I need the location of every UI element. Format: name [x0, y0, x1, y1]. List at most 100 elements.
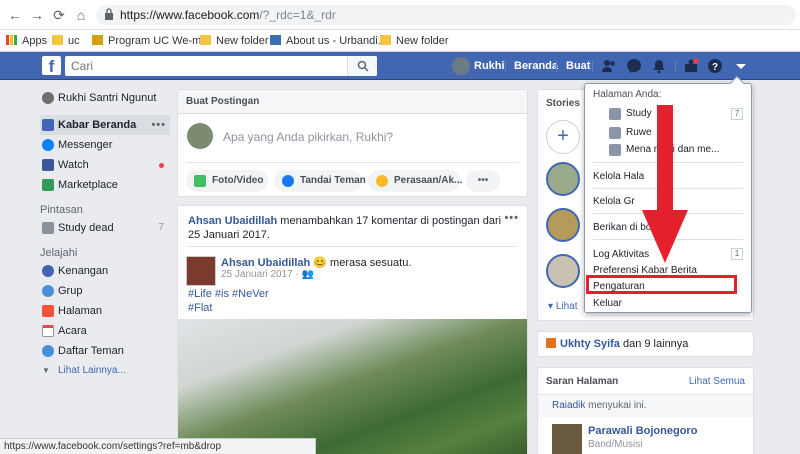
page-thumbnail-icon	[609, 144, 621, 156]
tag-friends-button[interactable]: Tandai Teman	[274, 170, 366, 192]
shield-page-icon	[270, 35, 281, 45]
messenger-icon[interactable]	[626, 58, 642, 74]
news-feed-icon	[42, 119, 54, 131]
bookmark-folder[interactable]: New folder	[200, 33, 269, 49]
liker-link[interactable]: Raiadik	[552, 400, 585, 411]
nav-buat-link[interactable]: Buat	[566, 57, 590, 75]
sidebar-item-acara[interactable]: Acara	[40, 321, 170, 341]
chevron-down-icon[interactable]	[733, 58, 749, 74]
suggested-pages-panel: Saran Halaman Lihat Semua Raiadik menyuk…	[537, 367, 754, 454]
sidebar-see-more-link[interactable]: ▼ Lihat Lainnya...	[40, 361, 170, 381]
svg-text:?: ?	[712, 62, 718, 73]
post-timestamp[interactable]: 25 Januari 2017 · 👥	[221, 269, 314, 280]
divider	[505, 60, 506, 72]
divider	[675, 60, 676, 72]
bookmark-page[interactable]: About us - Urbandi...	[270, 33, 387, 49]
post-photo[interactable]	[178, 319, 527, 454]
story-thumbnail[interactable]	[546, 208, 580, 242]
stories-title: Stories	[546, 98, 580, 109]
address-bar[interactable]: https://www.facebook.com/?_rdc=1&_rdr	[96, 5, 796, 25]
page-thumbnail-icon	[609, 127, 621, 139]
composer-input[interactable]: Apa yang Anda pikirkan, Rukhi?	[223, 130, 393, 144]
actor-link[interactable]: Ahsan Ubaidillah	[188, 215, 277, 227]
sidebar-item-kenangan[interactable]: Kenangan	[40, 261, 170, 281]
photo-icon	[194, 175, 206, 187]
divider	[188, 246, 517, 247]
sidebar-profile[interactable]: Rukhi Santri Ngunut	[40, 88, 170, 108]
search-box	[65, 56, 377, 76]
facebook-header: f Rukhi Beranda Buat ?	[0, 52, 800, 80]
menu-item-keluar[interactable]: Keluar	[593, 298, 622, 309]
friend-requests-icon[interactable]	[601, 58, 617, 74]
bookmarks-bar: Apps uc Program UC We-m... New folder Ab…	[0, 30, 800, 52]
group-avatar-icon	[42, 222, 54, 234]
sidebar-item-halaman[interactable]: Halaman	[40, 301, 170, 321]
bookmark-page[interactable]: Program UC We-m...	[92, 33, 210, 49]
story-thumbnail[interactable]	[546, 254, 580, 288]
messenger-icon	[42, 139, 54, 151]
sidebar-item-marketplace[interactable]: Marketplace	[40, 175, 170, 195]
home-icon[interactable]: ⌂	[72, 6, 90, 24]
suggested-page-name[interactable]: Parawali Bojonegoro	[588, 425, 697, 437]
folder-icon	[52, 35, 63, 45]
hashtag-line[interactable]: #Life #is #NeVer	[188, 288, 269, 300]
help-question-icon[interactable]: ?	[707, 58, 723, 74]
search-button[interactable]	[347, 56, 377, 76]
notification-dot	[159, 163, 164, 168]
see-all-link[interactable]: Lihat Semua	[689, 376, 745, 387]
memories-clock-icon	[42, 265, 54, 277]
lock-icon	[105, 8, 113, 20]
search-input[interactable]	[71, 59, 331, 73]
page-thumbnail-icon	[609, 108, 621, 120]
sidebar-item-study-dead[interactable]: Study dead 7	[40, 218, 170, 238]
photo-video-button[interactable]: Foto/Video	[186, 170, 268, 192]
post-composer: Buat Postingan Apa yang Anda pikirkan, R…	[177, 89, 528, 197]
section-title-jelajahi: Jelajahi	[40, 247, 78, 259]
tag-friend-icon	[282, 175, 294, 187]
count-badge: 7	[158, 222, 164, 233]
feeling-activity-button[interactable]: Perasaan/Ak...	[368, 170, 462, 192]
forward-icon[interactable]: →	[28, 6, 46, 24]
birthday-text[interactable]: Ukhty Syifa dan 9 lainnya	[546, 338, 688, 350]
suggested-pages-title: Saran Halaman	[546, 376, 619, 387]
reload-icon[interactable]: ⟳	[50, 6, 68, 24]
sidebar-item-messenger[interactable]: Messenger	[40, 135, 170, 155]
quick-help-icon[interactable]	[683, 58, 699, 74]
divider	[592, 60, 593, 72]
left-sidebar: Rukhi Santri Ngunut Kabar Beranda ••• Mes…	[40, 88, 170, 381]
count-badge: 7	[731, 108, 743, 120]
page-avatar[interactable]	[552, 424, 582, 454]
avatar[interactable]	[186, 256, 216, 286]
sidebar-item-grup[interactable]: Grup	[40, 281, 170, 301]
bookmark-folder[interactable]: uc	[52, 33, 80, 49]
sidebar-item-watch[interactable]: Watch	[40, 155, 170, 175]
nav-profile-link[interactable]: Rukhi	[452, 57, 505, 76]
back-icon[interactable]: ←	[6, 6, 24, 24]
bookmark-apps[interactable]: Apps	[6, 33, 47, 49]
feed-post: Ahsan Ubaidillah menambahkan 17 komentar…	[177, 205, 528, 454]
stories-see-more-link[interactable]: ▾ Lihat	[548, 301, 578, 312]
liked-by-text: Raiadik menyukai ini.	[538, 395, 753, 417]
section-title-pintasan: Pintasan	[40, 204, 83, 216]
more-options-button[interactable]: •••	[466, 170, 500, 192]
suggested-page-category: Band/Musisi	[588, 439, 643, 450]
facebook-logo[interactable]: f	[42, 56, 61, 76]
post-activity-text: Ahsan Ubaidillah menambahkan 17 komentar…	[188, 215, 502, 241]
menu-item-kelola-grup[interactable]: Kelola Gr	[593, 196, 635, 207]
avatar	[42, 92, 54, 104]
nav-beranda-link[interactable]: Beranda	[514, 57, 558, 75]
composer-title: Buat Postingan	[178, 90, 527, 114]
author-link[interactable]: Ahsan Ubaidillah	[221, 257, 310, 269]
sidebar-item-kabar-beranda[interactable]: Kabar Beranda •••	[40, 115, 170, 135]
folder-icon	[200, 35, 211, 45]
sidebar-item-daftar-teman[interactable]: Daftar Teman	[40, 341, 170, 361]
browser-status-bar: https://www.facebook.com/settings?ref=mb…	[0, 438, 316, 454]
menu-item-kelola-halaman[interactable]: Kelola Hala	[593, 171, 644, 182]
hashtag-line[interactable]: #Flat	[188, 302, 212, 314]
more-options-icon[interactable]: •••	[151, 115, 166, 135]
bookmark-folder[interactable]: New folder	[380, 33, 449, 49]
post-options-icon[interactable]: •••	[504, 212, 519, 224]
add-story-button[interactable]: +	[546, 120, 580, 154]
notifications-bell-icon[interactable]	[651, 58, 667, 74]
story-thumbnail[interactable]	[546, 162, 580, 196]
